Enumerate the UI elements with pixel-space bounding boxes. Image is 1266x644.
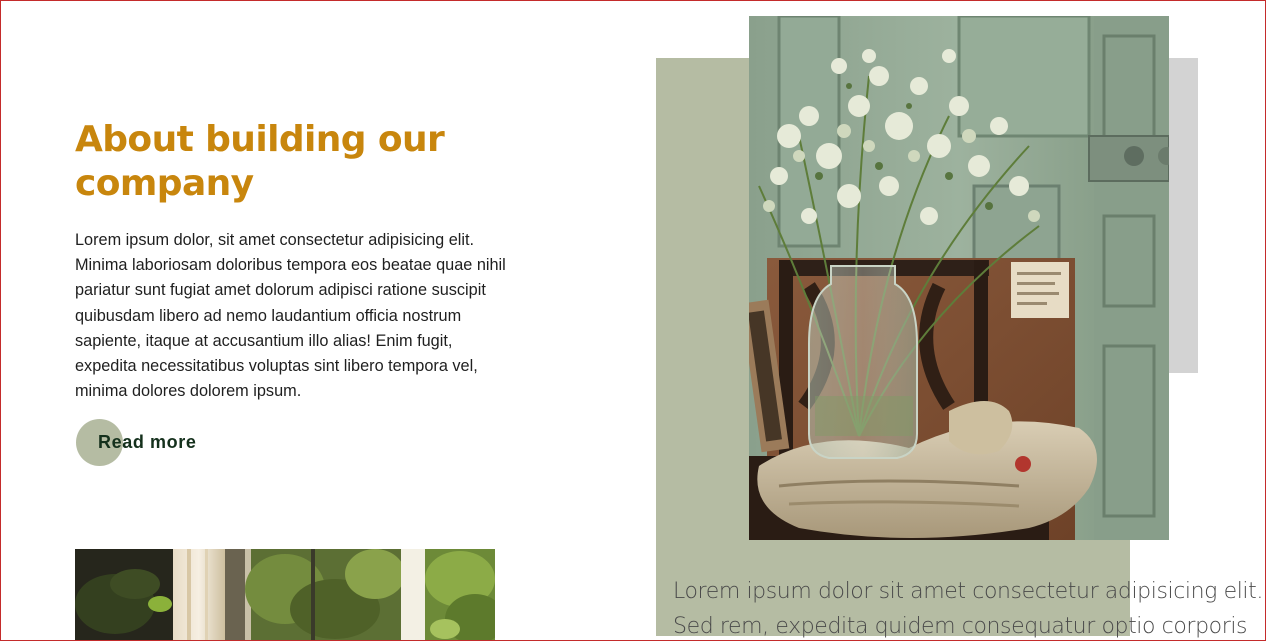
gray-accent-block [1169,58,1198,373]
caption-text: Lorem ipsum dolor sit amet consectetur a… [673,574,1266,644]
read-more-button[interactable]: Read more [76,419,196,466]
section-paragraph: Lorem ipsum dolor, sit amet consectetur … [75,231,506,401]
window-plants-photo [75,549,495,641]
caption-line-1: Lorem ipsum dolor sit amet consectetur a… [673,579,1263,604]
caption-line-2: Sed rem, expedita quidem consequatur opt… [673,614,1248,639]
section-heading: About building our company [75,119,445,204]
flowers-vase-photo [749,16,1169,540]
read-more-label: Read more [98,432,197,452]
